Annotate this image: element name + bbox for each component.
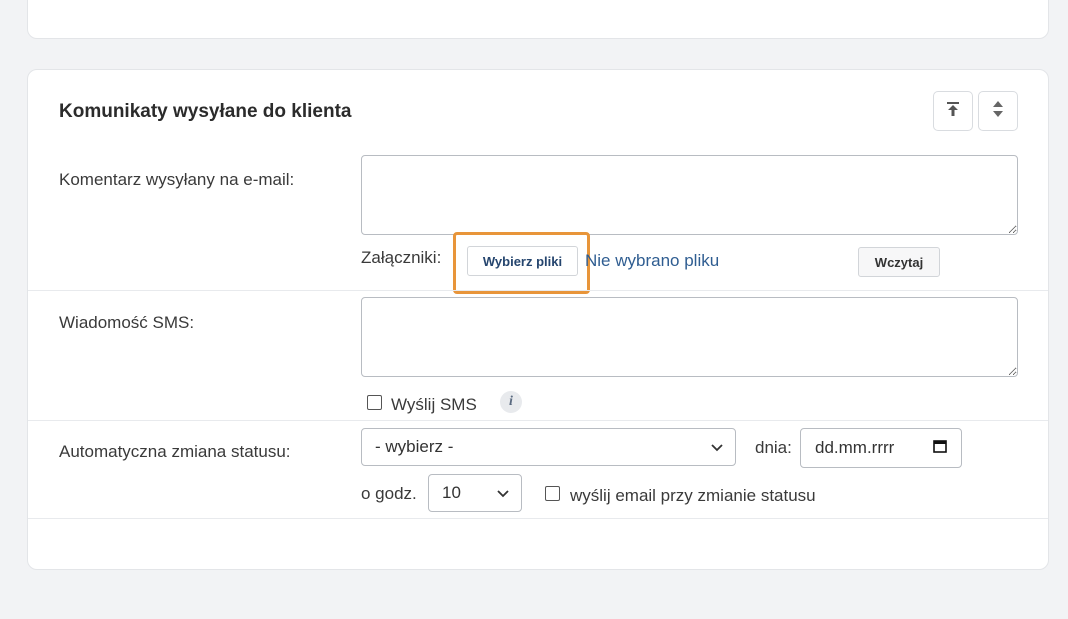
row-divider (28, 420, 1048, 421)
chevron-down-icon (711, 437, 723, 457)
sms-label: Wiadomość SMS: (59, 313, 195, 332)
status-select[interactable]: - wybierz - (361, 428, 736, 466)
choose-files-button[interactable]: Wybierz pliki (467, 246, 578, 276)
move-to-top-icon (946, 101, 960, 122)
email-on-status-change-checkbox[interactable] (545, 486, 560, 501)
hour-select[interactable]: 10 (428, 474, 522, 512)
hour-select-value: 10 (442, 483, 461, 502)
status-select-value: - wybierz - (375, 437, 454, 456)
sort-arrows-icon (992, 100, 1004, 123)
date-placeholder: dd.mm.rrrr (815, 438, 895, 457)
previous-card (27, 0, 1049, 39)
email-comment-textarea[interactable] (361, 155, 1018, 235)
email-comment-label: Komentarz wysyłany na e-mail: (59, 170, 295, 189)
calendar-icon[interactable] (933, 438, 947, 458)
row-divider (28, 290, 1048, 291)
client-messages-card: Komunikaty wysyłane do klienta Komentarz… (27, 69, 1049, 570)
sms-textarea[interactable] (361, 297, 1018, 377)
load-button[interactable]: Wczytaj (858, 247, 940, 277)
section-title: Komunikaty wysyłane do klienta (59, 101, 352, 122)
no-file-text: Nie wybrano pliku (585, 251, 720, 270)
sort-button[interactable] (978, 91, 1018, 131)
day-label: dnia: (755, 438, 792, 457)
row-divider (28, 518, 1048, 519)
send-sms-checkbox[interactable] (367, 395, 382, 410)
status-change-label: Automatyczna zmiana statusu: (59, 442, 291, 461)
email-on-status-change-label: wyślij email przy zmianie statusu (570, 486, 816, 505)
move-to-top-button[interactable] (933, 91, 973, 131)
attachments-label: Załączniki: (361, 248, 442, 267)
date-input[interactable]: dd.mm.rrrr (800, 428, 962, 468)
info-icon-glyph: i (509, 394, 513, 409)
chevron-down-icon (497, 483, 509, 503)
send-sms-label: Wyślij SMS (391, 395, 477, 414)
hour-label: o godz. (361, 484, 417, 503)
info-icon[interactable]: i (500, 391, 522, 413)
